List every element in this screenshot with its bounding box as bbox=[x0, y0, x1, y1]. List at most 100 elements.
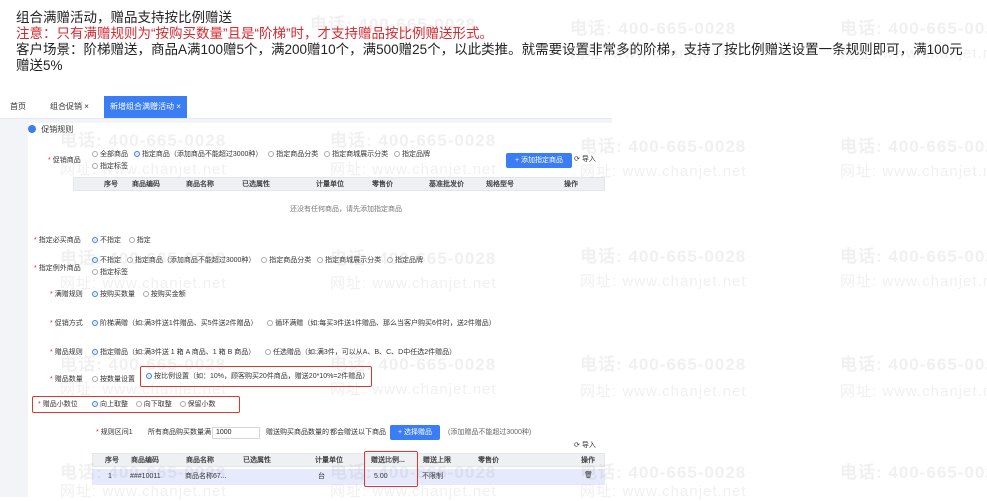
rule-range-text3: 都会赠送以下商品 bbox=[330, 429, 386, 436]
radio-tag[interactable]: 指定标签 bbox=[92, 162, 128, 172]
radio-exclude-category[interactable]: 指定商品分类 bbox=[261, 257, 311, 264]
cell-unit: 台 bbox=[318, 473, 325, 480]
cell-code: ###10011 bbox=[130, 473, 161, 480]
promo-goods-options: 全部商品 指定商品（添加商品不能超过3000种） 指定商品分类 指定商城展示分类… bbox=[92, 150, 430, 160]
watermark-phone: 电话: 400-665-0028 bbox=[840, 355, 987, 374]
th-gift-no: 序号 bbox=[105, 457, 119, 464]
tab-combo-promo[interactable]: 组合促销 × bbox=[50, 96, 89, 118]
cell-name: 商品名称67... bbox=[185, 473, 227, 480]
intro-scenario: 客户场景：阶梯赠送，商品A满100赠5个，满200赠10个，满500赠25个，以… bbox=[16, 42, 963, 73]
radio-exclude-goods[interactable]: 指定商品（添加商品不能超过3000种） bbox=[126, 257, 255, 264]
radio-by-count[interactable]: 按数量设置 bbox=[92, 375, 135, 385]
watermark-phone: 电话: 400-665-0028 bbox=[840, 463, 987, 482]
tab-bar: 首页 组合促销 × 新增组合满赠活动 × bbox=[0, 96, 612, 119]
th-gift-name: 商品名称 bbox=[186, 457, 214, 464]
section-header: 促销规则 bbox=[28, 125, 73, 135]
gift-decimal-label: * 赠品小数位 bbox=[38, 401, 78, 408]
radio-exclude-mall[interactable]: 指定商城展示分类 bbox=[317, 257, 381, 264]
goods-table-empty: 还没有任何商品，请先添加指定商品 bbox=[290, 206, 402, 213]
import-link[interactable]: ⟳ 导入 bbox=[574, 155, 596, 165]
promo-method-options: 阶梯满赠（如:满3件送1件赠品、买5件送2件赠品） 循环满赠（如:每买3件送1件… bbox=[92, 319, 496, 329]
table-row: 1 ###10011 商品名称67... 台 5.00 不限制 🗑 bbox=[92, 469, 605, 485]
add-goods-button[interactable]: + 添加指定商品 bbox=[506, 153, 572, 168]
intro-text: 组合满赠活动，赠品支持按比例赠送 注意：只有满赠规则为“按购买数量”且是“阶梯”… bbox=[16, 10, 976, 74]
exclude-options: 不指定 指定商品（添加商品不能超过3000种） 指定商品分类 指定商城展示分类 … bbox=[92, 256, 423, 266]
radio-specified-goods[interactable]: 指定商品（添加商品不能超过3000种） bbox=[133, 151, 262, 158]
radio-by-ratio[interactable]: 按比例设置（如：10%，顾客购买20件商品，赠送20*10%=2件赠品） bbox=[146, 372, 369, 382]
th-spec: 规格型号 bbox=[486, 181, 514, 188]
watermark-site: 网址: www.chanjet.net bbox=[840, 163, 987, 180]
th-retail: 零售价 bbox=[372, 181, 393, 188]
th-gift-cap: 赠送上限 bbox=[423, 457, 451, 464]
radio-by-amount[interactable]: 按购买金额 bbox=[142, 291, 186, 298]
gift-scope-options: 指定赠品（如:满3件送 1 箱 A 商品、1 箱 B 商品） 任选赠品（如:满3… bbox=[92, 348, 456, 358]
rule-quantity-input[interactable]: 1000 bbox=[212, 427, 260, 439]
radio-specified-gift[interactable]: 指定赠品（如:满3件送 1 箱 A 商品、1 箱 B 商品） bbox=[92, 349, 255, 356]
cell-no: 1 bbox=[108, 473, 112, 480]
gift-rule-label: * 满赠规则 bbox=[50, 291, 83, 298]
cell-cap[interactable]: 不限制 bbox=[422, 472, 443, 482]
radio-must-buy-none[interactable]: 不指定 bbox=[92, 237, 121, 244]
watermark-site: 网址: www.chanjet.net bbox=[840, 383, 987, 400]
th-name: 商品名称 bbox=[186, 181, 214, 188]
th-gift-unit: 计量单位 bbox=[315, 457, 343, 464]
tab-home[interactable]: 首页 bbox=[10, 96, 26, 118]
th-gift-attr: 已选属性 bbox=[243, 457, 271, 464]
form-panel: 促销规则 * 促销商品 全部商品 指定商品（添加商品不能超过3000种） 指定商品… bbox=[28, 123, 612, 497]
radio-mall-category[interactable]: 指定商城展示分类 bbox=[324, 151, 388, 158]
gift-decimal-options: 向上取整 向下取整 保留小数 bbox=[92, 400, 216, 410]
th-action: 操作 bbox=[564, 181, 578, 188]
radio-round-down[interactable]: 向下取整 bbox=[135, 401, 172, 408]
radio-exclude-tag[interactable]: 指定标签 bbox=[92, 268, 128, 278]
radio-brand[interactable]: 指定品牌 bbox=[393, 151, 430, 158]
gift-import-link[interactable]: ⟳ 导入 bbox=[574, 441, 596, 451]
gift-scope-label: * 赠品规则 bbox=[50, 349, 83, 356]
gift-rule-options: 按购买数量 按购买金额 bbox=[92, 290, 186, 300]
radio-cyclic[interactable]: 循环满赠（如:每买3件送1件赠品、那么当客户购买6件时，送2件赠品） bbox=[267, 320, 496, 327]
tab-new-combo-gift[interactable]: 新增组合满赠活动 × bbox=[104, 96, 187, 118]
th-gift-action: 操作 bbox=[581, 457, 595, 464]
radio-optional-gift[interactable]: 任选赠品（如:满3件，可以从A、B、C、D中任选2件赠品） bbox=[264, 349, 456, 356]
radio-round-up[interactable]: 向上取整 bbox=[92, 401, 128, 408]
rule-range-text2: 赠送购买商品数量的 bbox=[266, 429, 329, 436]
section-icon bbox=[28, 125, 36, 133]
radio-tiered[interactable]: 阶梯满赠（如:满3件送1件赠品、买5件送2件赠品） bbox=[92, 320, 258, 327]
intro-note: 注意：只有满赠规则为“按购买数量”且是“阶梯”时，才支持赠品按比例赠送形式。 bbox=[16, 26, 493, 41]
th-attr: 已选属性 bbox=[242, 181, 270, 188]
radio-goods-category[interactable]: 指定商品分类 bbox=[268, 151, 318, 158]
intro-title: 组合满赠活动，赠品支持按比例赠送 bbox=[16, 10, 232, 25]
radio-all-goods[interactable]: 全部商品 bbox=[92, 151, 128, 158]
promo-method-label: * 促销方式 bbox=[50, 320, 83, 327]
watermark-site: 网址: www.chanjet.net bbox=[840, 273, 987, 290]
gift-qty-label: * 赠品数量 bbox=[50, 376, 83, 383]
radio-by-quantity[interactable]: 按购买数量 bbox=[92, 291, 135, 298]
rule-range-label: * 规则区间1 bbox=[96, 429, 133, 436]
th-no: 序号 bbox=[104, 181, 118, 188]
radio-exclude-brand[interactable]: 指定品牌 bbox=[386, 257, 423, 264]
th-unit: 计量单位 bbox=[316, 181, 344, 188]
th-code: 商品编码 bbox=[132, 181, 160, 188]
th-gift-code: 商品编码 bbox=[131, 457, 159, 464]
select-gift-button[interactable]: + 选择赠品 bbox=[390, 425, 440, 440]
radio-exclude-none[interactable]: 不指定 bbox=[92, 257, 121, 264]
refresh-icon: ⟳ bbox=[574, 442, 580, 449]
highlight-ratio-column bbox=[364, 451, 418, 487]
gift-table-header: 序号 商品编码 商品名称 已选属性 计量单位 赠送比例... 赠送上限 零售价 … bbox=[92, 453, 605, 467]
goods-table-header: 序号 商品编码 商品名称 已选属性 计量单位 零售价 基准批发价 规格型号 操作 bbox=[73, 177, 605, 191]
th-wholesale: 基准批发价 bbox=[429, 181, 464, 188]
promo-goods-label: * 促销商品 bbox=[48, 157, 81, 164]
radio-must-buy-specified[interactable]: 指定 bbox=[128, 237, 151, 244]
must-buy-options: 不指定 指定 bbox=[92, 236, 151, 246]
th-gift-price: 零售价 bbox=[478, 457, 499, 464]
refresh-icon: ⟳ bbox=[574, 156, 580, 163]
must-buy-label: * 指定必买商品 bbox=[34, 237, 81, 244]
exclude-label: * 指定例外商品 bbox=[34, 265, 81, 272]
watermark-phone: 电话: 400-665-0028 bbox=[840, 247, 987, 266]
delete-icon[interactable]: 🗑 bbox=[584, 471, 593, 481]
radio-keep-decimal[interactable]: 保留小数 bbox=[179, 401, 216, 408]
watermark-phone: 电话: 400-665-0028 bbox=[840, 137, 987, 156]
rule-range-text1: 所有商品购买数量满 bbox=[148, 429, 211, 436]
section-title: 促销规则 bbox=[41, 125, 74, 134]
app-screenshot: 首页 组合促销 × 新增组合满赠活动 × 促销规则 * 促销商品 全部商品 指定商… bbox=[0, 96, 612, 497]
gift-limit-note: (添加赠品不能超过3000种) bbox=[448, 429, 532, 436]
